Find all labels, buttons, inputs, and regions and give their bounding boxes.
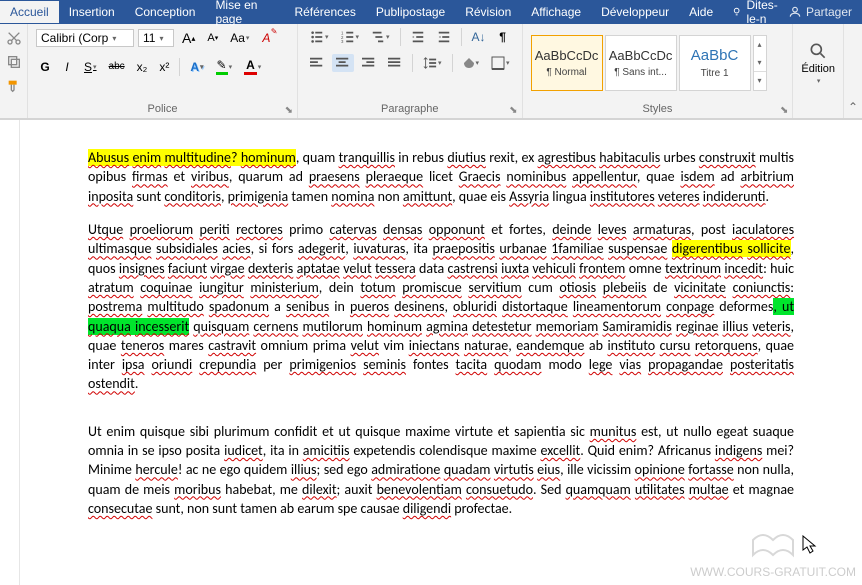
person-icon [788, 5, 802, 19]
group-edition: Édition ▾ [793, 24, 844, 118]
superscript-button[interactable]: x² [155, 58, 173, 76]
sort-button[interactable]: A↓ [468, 28, 490, 46]
tab-publipostage[interactable]: Publipostage [366, 1, 455, 23]
cut-icon[interactable] [6, 30, 22, 46]
group-police-label: Police⬊ [28, 101, 297, 118]
ribbon-tabs: Accueil Insertion Conception Mise en pag… [0, 0, 862, 24]
font-family-value: Calibri (Corp [41, 31, 108, 45]
style-sansint-name: ¶ Sans int... [614, 67, 667, 78]
styles-gallery-more[interactable]: ▴▾▾ [753, 35, 767, 91]
font-size-value: 11 [143, 31, 155, 45]
tab-aide[interactable]: Aide [679, 1, 723, 23]
group-styles-label: Styles⬊ [523, 101, 793, 118]
text-effects-button[interactable]: A▾ [186, 58, 207, 76]
group-paragraphe: ▾ 123▾ ▾ A↓ ¶ ▾ ▾ ▾ Para [298, 24, 523, 118]
grow-font-button[interactable]: A▴ [178, 28, 199, 48]
style-normal[interactable]: AaBbCcDc ¶ Normal [531, 35, 603, 91]
group-styles: AaBbCcDc ¶ Normal AaBbCcDc ¶ Sans int...… [523, 24, 794, 118]
svg-text:3: 3 [341, 39, 344, 44]
group-police: Calibri (Corp▾ 11▾ A▴ A▾ Aa▾ A✎ G I S▾ a… [28, 24, 298, 118]
group-paragraphe-label: Paragraphe⬊ [298, 101, 522, 118]
align-right-button[interactable] [358, 54, 380, 72]
bullets-button[interactable]: ▾ [306, 28, 333, 46]
numbering-button[interactable]: 123▾ [337, 28, 364, 46]
font-size-combo[interactable]: 11▾ [138, 29, 174, 47]
document-page[interactable]: Abusus enim multitudine? hominum, quam t… [20, 120, 862, 585]
style-sans-int[interactable]: AaBbCcDc ¶ Sans int... [605, 35, 677, 91]
document-area: Abusus enim multitudine? hominum, quam t… [0, 119, 862, 585]
paragraphe-launcher-icon[interactable]: ⬊ [509, 105, 517, 116]
strike-button[interactable]: abc [105, 58, 129, 76]
find-icon[interactable] [808, 41, 828, 61]
paragraph-3: Ut enim quisque sibi plurimum confidit e… [88, 422, 794, 519]
underline-button[interactable]: S▾ [80, 58, 101, 76]
police-launcher-icon[interactable]: ⬊ [285, 105, 293, 116]
borders-button[interactable]: ▾ [487, 54, 514, 72]
change-case-button[interactable]: Aa▾ [226, 29, 253, 47]
paragraph-1: Abusus enim multitudine? hominum, quam t… [88, 148, 794, 206]
tab-accueil[interactable]: Accueil [0, 1, 59, 23]
edition-label: Édition [801, 63, 835, 75]
style-sansint-preview: AaBbCcDc [609, 48, 673, 63]
font-family-combo[interactable]: Calibri (Corp▾ [36, 29, 134, 47]
multilevel-list-button[interactable]: ▾ [367, 28, 394, 46]
share-button[interactable]: Partager [788, 5, 862, 19]
justify-button[interactable] [384, 54, 406, 72]
styles-gallery: AaBbCcDc ¶ Normal AaBbCcDc ¶ Sans int...… [531, 35, 767, 91]
subscript-button[interactable]: x₂ [133, 58, 152, 76]
paragraph-2: Utque proeliorum periti rectores primo c… [88, 220, 794, 394]
lightbulb-icon [731, 5, 742, 19]
tab-references[interactable]: Références [284, 1, 365, 23]
shading-button[interactable]: ▾ [459, 54, 484, 72]
tab-affichage[interactable]: Affichage [521, 1, 591, 23]
copy-icon[interactable] [6, 54, 22, 70]
styles-launcher-icon[interactable]: ⬊ [780, 105, 788, 116]
share-label: Partager [806, 5, 852, 19]
group-edition-label [793, 101, 843, 118]
tab-insertion[interactable]: Insertion [59, 1, 125, 23]
tell-me-label: Dites-le-n [746, 0, 788, 26]
style-normal-name: ¶ Normal [546, 67, 586, 78]
edition-dropdown-icon[interactable]: ▾ [817, 77, 821, 85]
outdent-button[interactable] [407, 28, 429, 46]
clipboard-sidebar [0, 24, 28, 118]
align-left-button[interactable] [306, 54, 328, 72]
ribbon: Calibri (Corp▾ 11▾ A▴ A▾ Aa▾ A✎ G I S▾ a… [0, 24, 862, 119]
line-spacing-button[interactable]: ▾ [419, 54, 446, 72]
tell-me[interactable]: Dites-le-n [731, 0, 788, 26]
clear-format-button[interactable]: A✎ [257, 29, 275, 47]
style-titre1-name: Titre 1 [701, 68, 729, 79]
style-titre-1[interactable]: AaBbC Titre 1 [679, 35, 751, 91]
tab-revision[interactable]: Révision [455, 1, 521, 23]
font-color-button[interactable]: A▾ [240, 56, 265, 77]
bold-button[interactable]: G [36, 58, 54, 76]
tab-conception[interactable]: Conception [125, 1, 206, 23]
document-gutter [0, 120, 20, 585]
format-painter-icon[interactable] [6, 78, 22, 94]
style-titre1-preview: AaBbC [691, 47, 739, 64]
show-marks-button[interactable]: ¶ [494, 28, 512, 46]
collapse-ribbon-button[interactable]: ⌃ [844, 24, 862, 118]
align-center-button[interactable] [332, 54, 354, 72]
shrink-font-button[interactable]: A▾ [203, 29, 222, 47]
italic-button[interactable]: I [58, 58, 76, 76]
highlight-button[interactable]: ✎▾ [212, 56, 237, 77]
tab-developpeur[interactable]: Développeur [591, 1, 679, 23]
style-normal-preview: AaBbCcDc [535, 48, 599, 63]
indent-button[interactable] [433, 28, 455, 46]
